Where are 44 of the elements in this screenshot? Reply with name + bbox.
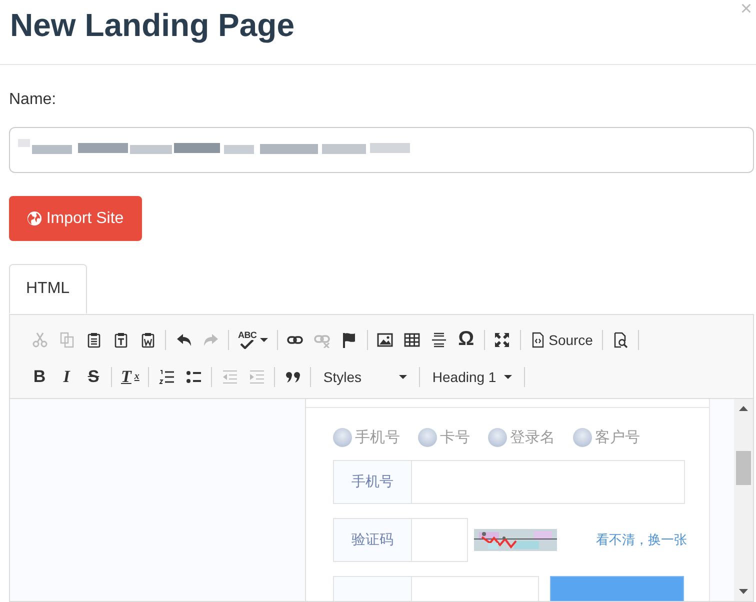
horizontal-rule-icon xyxy=(431,332,448,348)
input-field[interactable]: 验证码 xyxy=(333,518,468,562)
format-dropdown[interactable]: Styles xyxy=(315,364,416,390)
italic-button[interactable]: I xyxy=(53,364,80,390)
source-button[interactable]: Source xyxy=(524,326,598,352)
caret-icon xyxy=(260,338,268,342)
scrollbar-thumb[interactable] xyxy=(736,451,751,485)
clipboard-icon xyxy=(112,332,128,348)
bullet-list-icon xyxy=(186,368,202,384)
numbered-list-icon xyxy=(158,368,175,384)
strike-button[interactable]: S xyxy=(80,364,107,390)
bold-button[interactable]: B xyxy=(26,364,53,390)
flag-icon xyxy=(341,332,358,348)
scroll-up-icon[interactable] xyxy=(739,406,748,411)
outdent-icon xyxy=(222,368,238,384)
caret-icon xyxy=(399,374,408,378)
field-label: 手机号 xyxy=(334,461,412,503)
import-site-button[interactable]: Import Site xyxy=(9,196,142,241)
document-code-icon xyxy=(530,332,546,348)
scroll-down-icon[interactable] xyxy=(739,589,748,594)
check-icon xyxy=(240,340,254,348)
maximize-icon xyxy=(494,332,510,348)
tab[interactable]: HTML xyxy=(9,264,87,314)
indent-icon xyxy=(248,368,265,384)
scrollbar[interactable] xyxy=(734,399,753,601)
image-icon xyxy=(377,332,394,348)
field-label: Name: xyxy=(9,91,58,110)
scissors-icon xyxy=(32,332,48,348)
caret-icon xyxy=(504,374,512,378)
undo-icon xyxy=(176,332,192,348)
table-icon xyxy=(404,332,420,348)
clipboard-icon xyxy=(140,332,156,348)
copy-icon xyxy=(58,332,74,348)
redo-icon xyxy=(202,332,218,348)
name-field[interactable] xyxy=(9,127,754,173)
field-label: 验证码 xyxy=(334,519,412,561)
format-dropdown[interactable]: Heading 1 xyxy=(424,364,520,390)
input-field[interactable]: 手机号 xyxy=(333,460,685,504)
spell-check-button[interactable]: ABC xyxy=(233,326,273,352)
dialog-title: New Landing Page xyxy=(10,6,294,44)
clipboard-icon xyxy=(86,332,102,348)
globe-icon xyxy=(27,211,42,226)
preview-icon xyxy=(612,332,628,348)
special-character-button[interactable]: Ω xyxy=(452,326,480,352)
